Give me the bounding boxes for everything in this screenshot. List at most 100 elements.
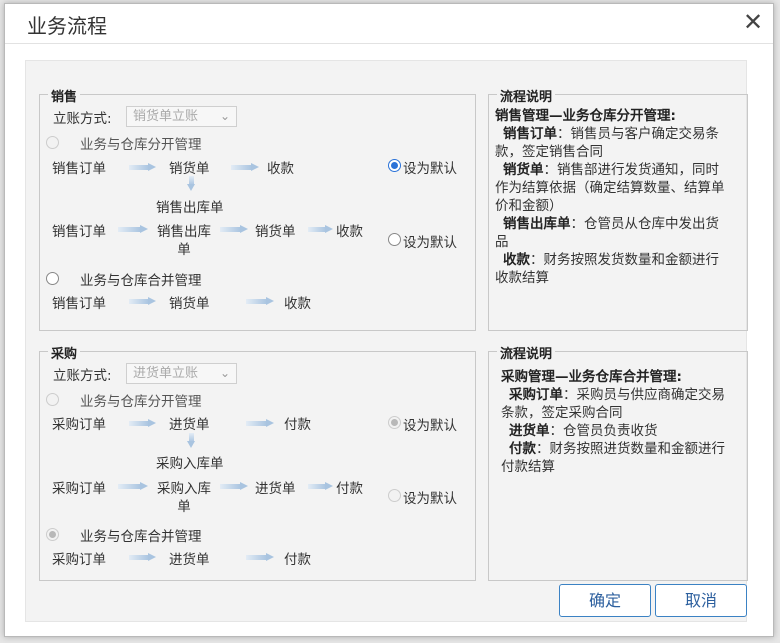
purchase-desc-text-1a: ：采购员与供应商确定交易	[563, 387, 725, 403]
purchase-flow2-step3: 进货单	[255, 481, 296, 497]
purchase-desc-text-3b: 付款结算	[501, 459, 555, 475]
arrow-right-icon	[129, 297, 156, 306]
sales-merged-label: 业务与仓库合并管理	[80, 273, 202, 289]
arrow-right-icon	[129, 419, 156, 428]
dialog-body: 销售 立账方式: 销货单立账 ⌄ 业务与仓库分开管理 销售订单 销货单 收款 设…	[25, 60, 748, 622]
sales-desc-legend: 流程说明	[497, 86, 556, 105]
arrow-right-icon	[231, 163, 259, 172]
sales-desc-text-4b: 收款结算	[495, 270, 549, 286]
arrow-right-icon	[220, 225, 248, 234]
purchase-desc-text: 采购管理—业务仓库合并管理: 采购订单：采购员与供应商确定交易 条款，签定采购合…	[501, 368, 741, 476]
purchase-separate-label: 业务与仓库分开管理	[80, 394, 202, 410]
purchase-desc-legend: 流程说明	[497, 343, 556, 362]
sales-desc-term-3: 销售出库单	[503, 216, 571, 232]
arrow-right-icon	[246, 419, 274, 428]
arrow-down-icon	[187, 433, 196, 448]
purchase-desc-text-1b: 条款，签定采购合同	[501, 405, 623, 421]
sales-desc-term-1: 销售订单	[503, 126, 557, 142]
arrow-right-icon	[118, 482, 148, 491]
dialog-title: 业务流程	[27, 14, 107, 38]
sales-desc-text: 销售管理—业务仓库分开管理: 销售订单：销售员与客户确定交易条 款，签定销售合同…	[495, 107, 747, 287]
sales-desc-heading: 销售管理—业务仓库分开管理:	[495, 108, 676, 124]
purchase-flow1-step2: 进货单	[169, 417, 210, 433]
sales-flow2-step2: 销售出库	[157, 224, 211, 240]
purchase-flow1-step1: 采购订单	[52, 417, 106, 433]
sales-flow2-step3: 销货单	[255, 224, 296, 240]
sales-separate-label: 业务与仓库分开管理	[80, 137, 202, 153]
purchase-desc-term-2: 进货单	[509, 423, 550, 439]
sales-desc-term-2: 销货单	[503, 162, 544, 178]
arrow-right-icon	[308, 225, 333, 234]
arrow-right-icon	[308, 482, 333, 491]
sales-merged-radio[interactable]	[46, 272, 59, 285]
sales-flow2-step4: 收款	[336, 224, 363, 240]
sales-desc-text-4a: ：财务按照发货数量和金额进行	[530, 252, 719, 268]
sales-flow1-step1: 销售订单	[52, 161, 106, 177]
purchase-desc-text-3a: ：财务按照进货数量和金额进行	[536, 441, 725, 457]
purchase-default-label-2: 设为默认	[403, 491, 457, 507]
sales-flow1-step3: 收款	[267, 161, 294, 177]
purchase-merged-radio[interactable]	[46, 528, 59, 541]
sales-desc-text-1a: ：销售员与客户确定交易条	[557, 126, 719, 142]
sales-default-radio-1[interactable]	[388, 159, 401, 172]
close-icon[interactable]: ✕	[741, 8, 765, 36]
purchase-legend: 采购	[48, 343, 81, 362]
purchase-flow1-step3: 付款	[284, 417, 311, 433]
sales-desc-text-1b: 款，签定销售合同	[495, 144, 603, 160]
cancel-button[interactable]: 取消	[655, 584, 747, 617]
sales-desc-text-2c: 价和金额）	[495, 198, 563, 214]
sales-group: 销售 立账方式: 销货单立账 ⌄ 业务与仓库分开管理 销售订单 销货单 收款 设…	[39, 86, 476, 331]
purchase-separate-radio[interactable]	[46, 393, 59, 406]
arrow-right-icon	[129, 163, 156, 172]
sales-separate-radio[interactable]	[46, 136, 59, 149]
sales-flow2-step1: 销售订单	[52, 224, 106, 240]
sales-flow3-step1: 销售订单	[52, 296, 106, 312]
purchase-mode-label: 立账方式:	[53, 368, 112, 384]
purchase-default-label-1: 设为默认	[403, 418, 457, 434]
sales-desc-text-3b: 品	[495, 234, 509, 250]
ok-button[interactable]: 确定	[559, 584, 651, 617]
purchase-inbound-label: 采购入库单	[156, 456, 224, 472]
purchase-merged-label: 业务与仓库合并管理	[80, 529, 202, 545]
arrow-right-icon	[129, 553, 156, 562]
sales-legend: 销售	[48, 86, 81, 105]
sales-outbound-label: 销售出库单	[156, 200, 224, 216]
purchase-flow2-step2: 采购入库	[157, 481, 211, 497]
sales-flow1-step2: 销货单	[169, 161, 210, 177]
purchase-default-radio-1[interactable]	[388, 416, 401, 429]
sales-desc-group: 流程说明 销售管理—业务仓库分开管理: 销售订单：销售员与客户确定交易条 款，签…	[488, 86, 748, 331]
purchase-desc-heading: 采购管理—业务仓库合并管理:	[501, 369, 682, 385]
sales-default-label-1: 设为默认	[403, 161, 457, 177]
purchase-flow2-step1: 采购订单	[52, 481, 106, 497]
sales-mode-label: 立账方式:	[53, 111, 112, 127]
sales-desc-text-2b: 作为结算依据（确定结算数量、结算单	[495, 180, 725, 196]
purchase-desc-term-3: 付款	[509, 441, 536, 457]
sales-mode-value: 销货单立账	[133, 109, 199, 124]
sales-desc-text-3a: ：仓管员从仓库中发出货	[570, 216, 720, 232]
purchase-flow2-step2b: 单	[177, 499, 191, 515]
business-flow-dialog: 业务流程 ✕ 销售 立账方式: 销货单立账 ⌄ 业务与仓库分开管理 销售订单 销…	[4, 3, 774, 637]
sales-flow3-step2: 销货单	[169, 296, 210, 312]
purchase-mode-select[interactable]: 进货单立账 ⌄	[126, 363, 237, 384]
sales-flow2-step2b: 单	[177, 242, 191, 258]
chevron-down-icon: ⌄	[219, 366, 230, 380]
sales-desc-term-4: 收款	[503, 252, 530, 268]
sales-desc-text-2a: ：销售部进行发货通知，同时	[543, 162, 720, 178]
purchase-default-radio-2[interactable]	[388, 489, 401, 502]
sales-default-radio-2[interactable]	[388, 233, 401, 246]
purchase-mode-value: 进货单立账	[133, 366, 199, 381]
dialog-titlebar: 业务流程 ✕	[5, 4, 773, 44]
arrow-down-icon	[187, 176, 196, 191]
purchase-flow3-step1: 采购订单	[52, 552, 106, 568]
purchase-desc-group: 流程说明 采购管理—业务仓库合并管理: 采购订单：采购员与供应商确定交易 条款，…	[488, 343, 748, 581]
sales-default-label-2: 设为默认	[403, 235, 457, 251]
arrow-right-icon	[220, 482, 248, 491]
purchase-flow3-step2: 进货单	[169, 552, 210, 568]
sales-mode-select[interactable]: 销货单立账 ⌄	[126, 106, 237, 127]
chevron-down-icon: ⌄	[219, 109, 230, 123]
purchase-flow3-step3: 付款	[284, 552, 311, 568]
arrow-right-icon	[246, 553, 274, 562]
arrow-right-icon	[118, 225, 148, 234]
purchase-desc-term-1: 采购订单	[509, 387, 563, 403]
purchase-desc-text-2a: ：仓管员负责收货	[549, 423, 658, 439]
